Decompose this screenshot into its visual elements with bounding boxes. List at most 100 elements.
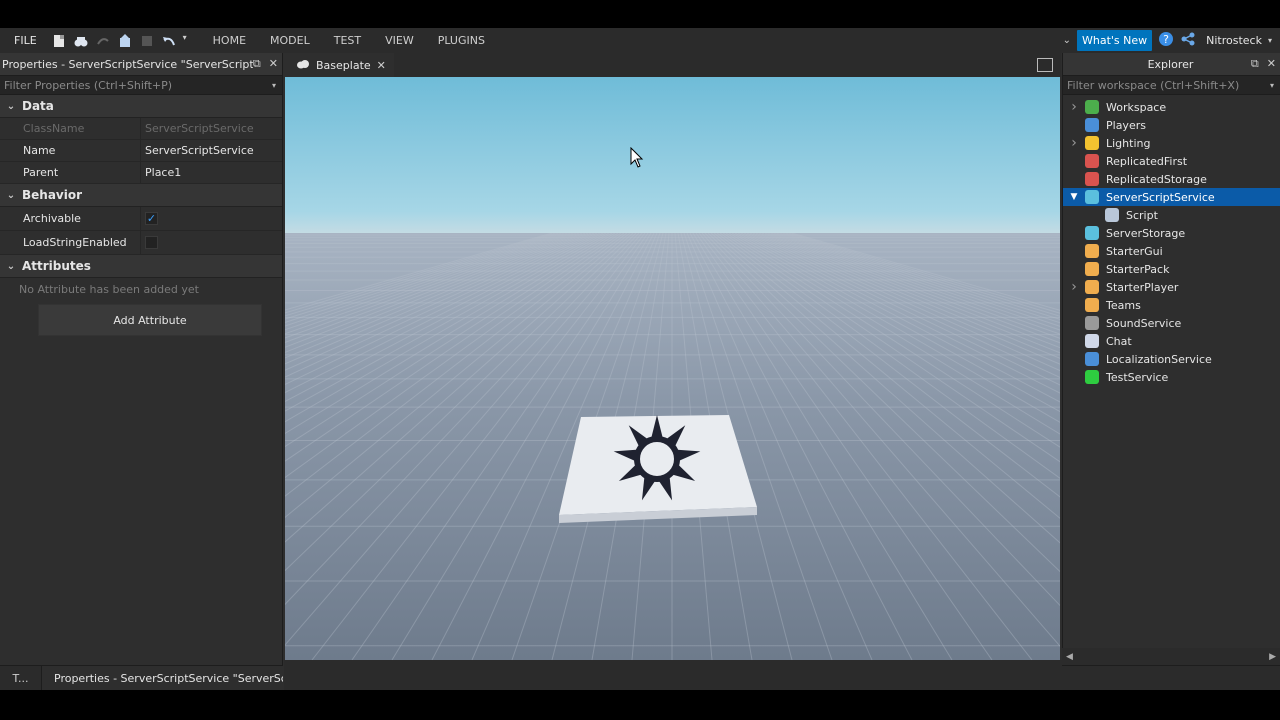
explorer-item-starterpack[interactable]: StarterPack [1063,260,1280,278]
username[interactable]: Nitrosteck [1206,34,1262,47]
explorer-item-serverstorage[interactable]: ServerStorage [1063,224,1280,242]
chevron-down-icon[interactable]: ▼ [1063,192,1085,202]
tab-test[interactable]: TEST [322,34,373,47]
explorer-item-label: Players [1106,118,1146,132]
explorer-horizontal-scrollbar[interactable]: ◀ ▶ [1062,648,1280,665]
teams-icon [1085,298,1099,312]
new-file-icon[interactable] [51,33,67,49]
loadstring-checkbox[interactable] [145,236,158,249]
section-behavior[interactable]: ⌄ Behavior [0,184,282,207]
explorer-item-label: ReplicatedFirst [1106,154,1188,168]
section-data[interactable]: ⌄ Data [0,95,282,118]
filter-dropdown-icon[interactable]: ▾ [1270,81,1274,90]
cloud-icon [296,59,310,72]
quick-access-toolbar: ▾ [51,33,191,49]
replicatedfirst-icon [1085,154,1099,168]
chevron-down-icon[interactable]: ⌄ [0,261,22,272]
explorer-item-label: ServerScriptService [1106,190,1215,204]
tab-model[interactable]: MODEL [258,34,322,47]
explorer-item-players[interactable]: Players [1063,116,1280,134]
tab-plugins[interactable]: PLUGINS [426,34,497,47]
redo-icon[interactable] [95,33,111,49]
explorer-item-soundservice[interactable]: SoundService [1063,314,1280,332]
add-attribute-button[interactable]: Add Attribute [38,304,262,336]
archivable-checkbox[interactable]: ✓ [145,212,158,225]
help-icon[interactable]: ? [1158,31,1174,50]
tab-view[interactable]: VIEW [373,34,426,47]
prop-value-classname: ServerScriptService [145,122,254,135]
properties-title-bar: Properties - ServerScriptService "Server… [0,53,282,75]
undo-icon[interactable] [161,33,177,49]
close-icon[interactable]: ✕ [1267,57,1276,71]
mouse-cursor-icon [630,147,644,168]
filter-dropdown-icon[interactable]: ▾ [272,81,276,90]
prop-value-archivable: ✓ [141,207,158,230]
binoculars-icon[interactable] [73,33,89,49]
properties-filter-input[interactable]: Filter Properties (Ctrl+Shift+P) ▾ [0,75,282,95]
3d-viewport[interactable] [285,77,1060,660]
right-bottom-bar [1062,665,1280,690]
explorer-item-serverscriptservice[interactable]: ▼ ServerScriptService [1063,188,1280,206]
publish-icon[interactable] [117,33,133,49]
close-icon[interactable]: ✕ [269,57,278,71]
user-chevron-down-icon[interactable]: ▾ [1268,36,1272,45]
chevron-right-icon[interactable]: › [1063,135,1085,151]
explorer-item-label: Lighting [1106,136,1151,150]
prop-key-parent: Parent [0,162,141,183]
players-icon [1085,118,1099,132]
section-attributes[interactable]: ⌄ Attributes [0,255,282,278]
localizationservice-icon [1085,352,1099,366]
soundservice-icon [1085,316,1099,330]
workspace-icon [1085,100,1099,114]
undock-icon[interactable]: ⧉ [1251,57,1259,71]
explorer-item-startergui[interactable]: StarterGui [1063,242,1280,260]
explorer-item-label: StarterPack [1106,262,1170,276]
tab-toolbox[interactable]: T... [0,666,42,690]
explorer-item-replicatedfirst[interactable]: ReplicatedFirst [1063,152,1280,170]
spawn-location[interactable] [557,415,759,525]
properties-filter-placeholder: Filter Properties (Ctrl+Shift+P) [4,78,173,92]
chevron-right-icon[interactable]: › [1063,279,1085,295]
explorer-item-script[interactable]: Script [1063,206,1280,224]
chevron-right-icon[interactable]: › [1063,99,1085,115]
explorer-title-bar: Explorer ⧉ ✕ [1063,53,1280,75]
explorer-item-label: StarterGui [1106,244,1163,258]
explorer-item-label: ReplicatedStorage [1106,172,1207,186]
prop-value-parent[interactable]: Place1 [141,162,181,183]
chevron-down-icon[interactable]: ⌄ [0,190,22,201]
document-tabs: Baseplate ✕ [284,53,1061,77]
explorer-item-workspace[interactable]: › Workspace [1063,98,1280,116]
explorer-item-label: Teams [1106,298,1141,312]
chevron-down-icon[interactable]: ⌄ [0,101,22,112]
explorer-tree: › Workspace Players › Lighting ReplicatedFirs… [1063,95,1280,386]
ribbon-collapse-chevron-icon[interactable]: ⌄ [1063,35,1071,46]
explorer-item-starterplayer[interactable]: › StarterPlayer [1063,278,1280,296]
scroll-right-icon[interactable]: ▶ [1269,652,1276,662]
share-icon[interactable] [1180,31,1196,50]
file-menu[interactable]: FILE [0,34,51,47]
close-tab-icon[interactable]: ✕ [377,59,386,72]
explorer-item-lighting[interactable]: › Lighting [1063,134,1280,152]
prop-value-name[interactable]: ServerScriptService [141,140,254,161]
tab-home[interactable]: HOME [201,34,258,47]
stop-icon[interactable] [139,33,155,49]
section-data-label: Data [22,99,54,113]
tab-baseplate[interactable]: Baseplate ✕ [284,53,394,77]
tab-properties[interactable]: Properties - ServerScriptService "Server… [42,666,283,690]
scroll-left-icon[interactable]: ◀ [1066,652,1073,662]
chevron-down-icon[interactable]: ▾ [183,33,191,49]
explorer-item-label: ServerStorage [1106,226,1186,240]
explorer-item-testservice[interactable]: TestService [1063,368,1280,386]
explorer-item-localizationservice[interactable]: LocalizationService [1063,350,1280,368]
serverstorage-icon [1085,226,1099,240]
undock-icon[interactable]: ⧉ [253,57,261,71]
menubar: FILE ▾ HOME MODEL TEST VIEW PLUGINS ⌄ Wh… [0,28,1280,53]
explorer-item-teams[interactable]: Teams [1063,296,1280,314]
explorer-item-replicatedstorage[interactable]: ReplicatedStorage [1063,170,1280,188]
explorer-filter-input[interactable]: Filter workspace (Ctrl+Shift+X) ▾ [1063,75,1280,95]
explorer-item-chat[interactable]: Chat [1063,332,1280,350]
split-view-icon[interactable] [1037,58,1053,72]
sky [285,77,1060,235]
explorer-item-label: TestService [1106,370,1169,384]
whats-new-button[interactable]: What's New [1076,30,1153,51]
